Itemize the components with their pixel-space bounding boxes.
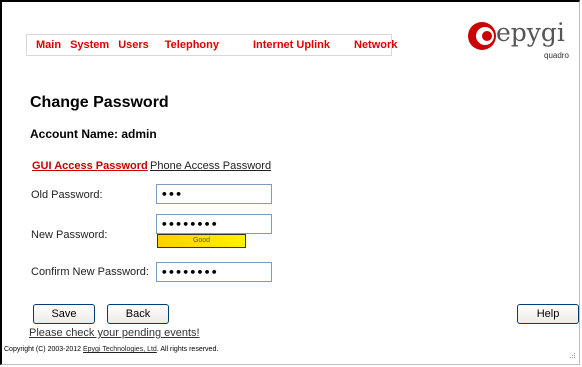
new-password-field[interactable]: ••••••••: [156, 214, 272, 234]
account-name: Account Name: admin: [30, 127, 157, 141]
tab-phone-access-password[interactable]: Phone Access Password: [150, 160, 271, 172]
menu-main[interactable]: Main: [36, 39, 61, 51]
resize-grip-icon[interactable]: [570, 353, 576, 359]
menu-system[interactable]: System: [70, 39, 109, 51]
save-button[interactable]: Save: [33, 304, 95, 324]
old-password-field[interactable]: •••: [156, 184, 272, 204]
logo-subtitle: quadro: [544, 51, 569, 60]
pending-events-link[interactable]: Please check your pending events!: [29, 327, 200, 339]
tab-gui-access-password[interactable]: GUI Access Password: [32, 160, 148, 172]
old-password-label: Old Password:: [31, 189, 103, 201]
confirm-password-label: Confirm New Password:: [31, 266, 149, 278]
copyright-prefix: Copyright (C) 2003-2012: [4, 346, 83, 353]
epygi-logo: epygi quadro: [466, 16, 570, 68]
logo-wordmark: epygi: [496, 18, 565, 47]
page-title: Change Password: [30, 94, 169, 111]
logo-swirl-icon: [468, 22, 496, 50]
copyright-suffix: . All rights reserved.: [156, 346, 219, 353]
copyright-footer: Copyright (C) 2003-2012 Epygi Technologi…: [4, 346, 218, 353]
menu-users[interactable]: Users: [118, 39, 149, 51]
main-menu: Main System Users Telephony Internet Upl…: [26, 34, 397, 56]
new-password-label: New Password:: [31, 229, 108, 241]
menu-telephony[interactable]: Telephony: [165, 39, 219, 51]
back-button[interactable]: Back: [107, 304, 169, 324]
menu-internet-uplink[interactable]: Internet Uplink: [253, 39, 330, 51]
password-strength-meter: Good: [157, 234, 246, 248]
confirm-password-field[interactable]: ••••••••: [156, 262, 272, 282]
menu-network[interactable]: Network: [354, 39, 397, 51]
company-link[interactable]: Epygi Technologies, Ltd: [83, 346, 157, 353]
help-button[interactable]: Help: [517, 304, 579, 324]
